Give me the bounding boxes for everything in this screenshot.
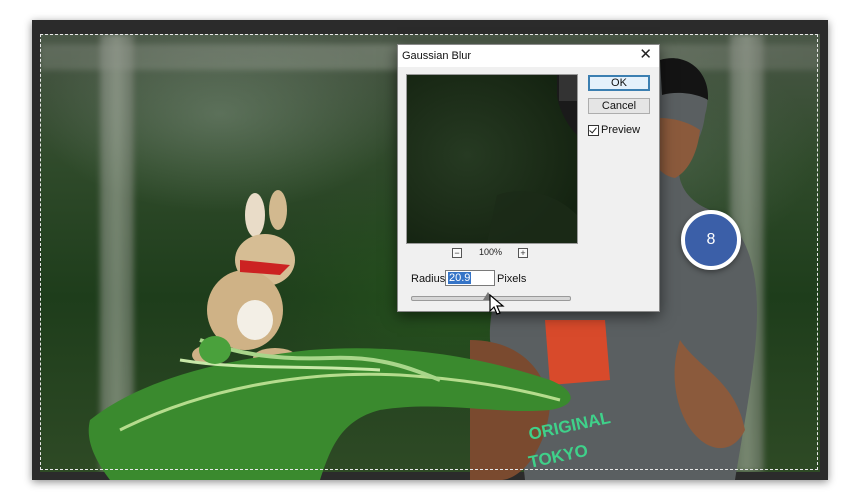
zoom-out-icon[interactable]: − [452,248,462,258]
dialog-titlebar[interactable]: Gaussian Blur ✕ [398,45,659,67]
ok-button[interactable]: OK [588,75,650,91]
radius-label: Radius: [411,273,449,285]
cancel-button[interactable]: Cancel [588,98,650,114]
step-number-badge: 8 [681,210,741,270]
gaussian-blur-dialog: Gaussian Blur ✕ OK Cancel Preview − 100%… [397,44,660,312]
dialog-title: Gaussian Blur [402,50,472,62]
zoom-level: 100% [479,247,503,257]
preview-checkbox-label: Preview [601,124,641,136]
close-icon[interactable]: ✕ [639,47,652,63]
preview-checkbox[interactable] [588,125,599,136]
blur-preview-pane[interactable] [406,74,578,244]
zoom-in-icon[interactable]: + [518,248,528,258]
radius-value: 20.9 [448,272,472,284]
radius-input[interactable]: 20.9 [445,270,495,286]
mouse-pointer-icon [489,294,505,315]
units-label: Pixels [497,273,527,285]
preview-image [487,75,577,243]
